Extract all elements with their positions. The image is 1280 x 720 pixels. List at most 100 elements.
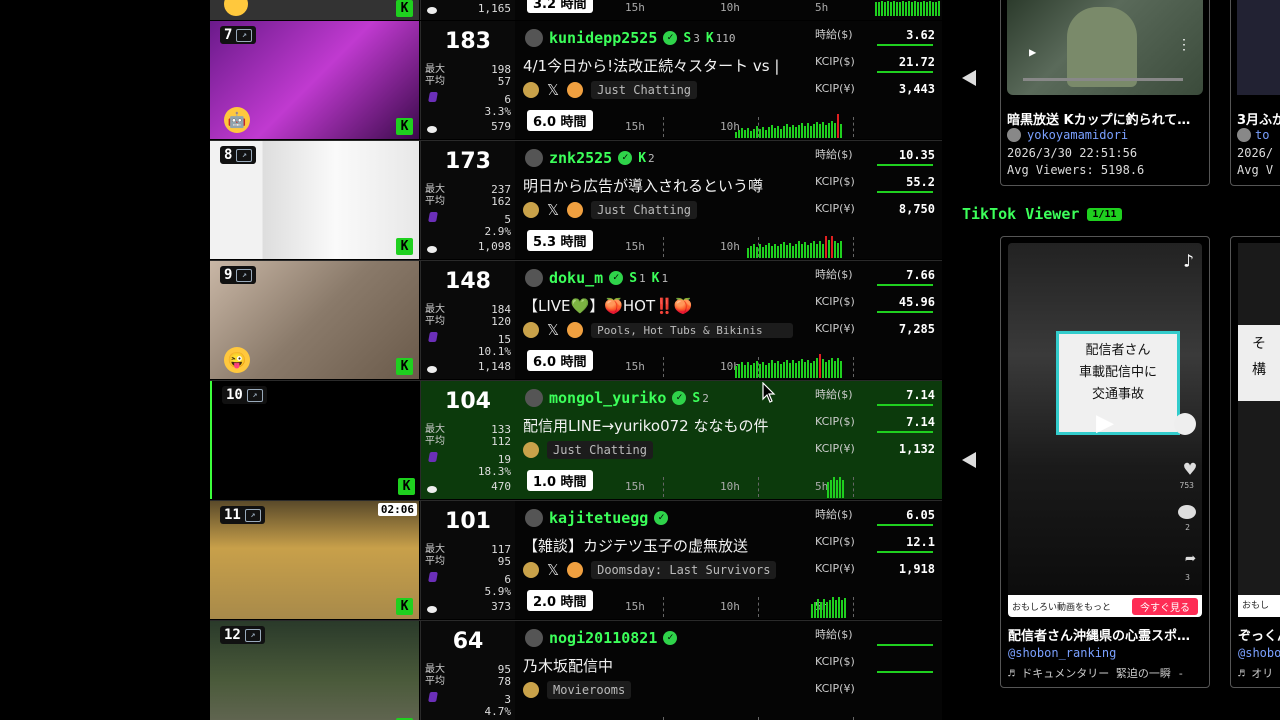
category-tag[interactable]: Pools, Hot Tubs & Bikinis [591, 322, 794, 338]
tiktok-user-2[interactable]: @shobo [1238, 646, 1280, 660]
stream-row[interactable]: 10 ↗ K 104 最大 平均 133 112 19 18.3% 470 mon… [210, 381, 942, 501]
viewer-sparkline [735, 114, 842, 138]
hourly-usd-label: 時給($) [815, 268, 853, 281]
kcip-jpy-label: KCIP(¥) [815, 562, 855, 575]
max-label: 最大 [425, 184, 445, 195]
category-tag[interactable]: Just Chatting [547, 441, 653, 459]
avatar[interactable] [525, 149, 543, 167]
tiktok-banner-2: おもし [1238, 595, 1280, 617]
rank-badge: 8 ↗ [220, 146, 257, 164]
x-icon[interactable]: 𝕏 [547, 321, 559, 339]
chat-icon [427, 486, 437, 493]
tiktok-card-2[interactable]: そ 構 おもし ぞっくん @shobo ♬ オリ [1230, 236, 1280, 688]
timeline: 15h 10h 5h [615, 595, 937, 619]
watch-now-button[interactable]: 今すぐ見る [1132, 597, 1198, 615]
stream-title[interactable]: 明日から広告が導入されるという噂 [523, 175, 813, 196]
language-icon [523, 682, 539, 698]
avg-label: 平均 [425, 556, 445, 567]
tiktok-user[interactable]: @shobon_ranking [1008, 646, 1116, 660]
sub-ratio: 5.9% [484, 585, 512, 598]
category-tag[interactable]: Just Chatting [591, 81, 698, 99]
stream-row[interactable]: 11 ↗ 02:06 K 101 最大 平均 117 95 6 5.9% 373 … [210, 501, 942, 621]
tiktok-title: 配信者さん沖縄県の心霊スポ… [1008, 629, 1191, 644]
stream-thumbnail[interactable]: 8 ↗ K [210, 141, 419, 259]
rank-number: 8 [224, 147, 233, 163]
hourly-usd-label: 時給($) [815, 508, 853, 521]
comment-icon[interactable] [1178, 505, 1196, 519]
tiktok-card[interactable]: ♪ 配信者さん 車載配信中に 交通事故 ▶ ♥ 753 2 ➦ 3 おもしろい動… [1000, 236, 1210, 688]
kick-prev-arrow-icon[interactable] [962, 70, 976, 86]
chart-icon[interactable]: ↗ [244, 628, 261, 642]
tiktok-video[interactable]: ♪ 配信者さん 車載配信中に 交通事故 ▶ ♥ 753 2 ➦ 3 おもしろい動… [1008, 243, 1202, 617]
avatar[interactable] [525, 629, 543, 647]
chart-icon[interactable]: ↗ [236, 268, 253, 282]
kick-clip-user[interactable]: yokoyamamidori [1027, 128, 1128, 142]
chart-icon[interactable]: ↗ [246, 388, 263, 402]
category-tag[interactable]: Doomsday: Last Survivors [591, 561, 777, 579]
rank-number: 12 [224, 627, 241, 643]
stream-info: kunidepp2525 ✓ S3 K 110 4/1今日から!法改正続々スタート… [515, 21, 942, 139]
stream-thumbnail[interactable]: 12↗ K [210, 621, 419, 720]
kcip-jpy: 7,285 [898, 322, 935, 336]
share-icon[interactable]: ➦ [1185, 549, 1196, 570]
kick-clip-user-2[interactable]: to [1255, 128, 1269, 142]
chart-icon[interactable]: ↗ [244, 508, 261, 522]
more-vert-icon[interactable]: ⋮ [1177, 37, 1191, 53]
channel-name[interactable]: nogi20110821 [549, 629, 657, 647]
viewer-stats: 101 最大 平均 117 95 6 5.9% 373 [420, 501, 516, 619]
channel-name[interactable]: znk2525 [549, 149, 612, 167]
k-badge: K1 [651, 270, 669, 286]
channel-name[interactable]: mongol_yuriko [549, 389, 666, 407]
face-icon [567, 202, 584, 218]
kcip-usd: 45.96 [898, 295, 935, 309]
kcip-usd: 7.14 [906, 415, 935, 429]
stream-title[interactable]: 【雑談】カジテツ玉子の虚無放送 [523, 535, 813, 556]
avg-label: 平均 [425, 316, 445, 327]
stream-thumbnail[interactable]: 7 ↗ 🤖 K [210, 21, 419, 139]
stream-title[interactable]: 【LIVE💚】🍑HOT‼️🍑 [523, 295, 813, 316]
stream-title[interactable]: 4/1今日から!法改正続々スタート vs | [523, 55, 813, 76]
x-icon[interactable]: 𝕏 [547, 201, 559, 219]
duration-badge: 1.0 時間 [527, 470, 593, 491]
tiktok-banner[interactable]: おもしろい動画をもっと 今すぐ見る [1008, 595, 1202, 617]
x-icon[interactable]: 𝕏 [547, 81, 559, 99]
avatar[interactable] [525, 269, 543, 287]
rank-number: 7 [224, 27, 233, 43]
earnings: 時給($) 7.66 KCIP($) 45.96 KCIP(¥) 7,285 [815, 267, 935, 348]
kcip-usd-label: KCIP($) [815, 175, 855, 188]
kick-clip-card[interactable]: ⋮ ▶ 暗黒放送 Kカップに釣られて… yokoyamamidori 2026/… [1000, 0, 1210, 186]
stream-title[interactable]: 配信用LINE→yuriko072 ななもの件 [523, 415, 813, 436]
avatar[interactable] [1174, 413, 1196, 435]
kcip-jpy-label: KCIP(¥) [815, 322, 855, 335]
stream-thumbnail[interactable]: 9 ↗ 😜 K [210, 261, 419, 379]
tiktok-prev-arrow-icon[interactable] [962, 452, 976, 468]
comment-count: 2 [1185, 523, 1190, 532]
kcip-jpy: 8,750 [898, 202, 935, 216]
stream-title[interactable]: 乃木坂配信中 [523, 655, 813, 676]
x-icon[interactable]: 𝕏 [547, 561, 559, 579]
viewer-sparkline [811, 597, 846, 618]
stream-row[interactable]: 8 ↗ K 173 最大 平均 237 162 5 2.9% 1,098 znk2… [210, 141, 942, 261]
play-icon[interactable]: ▶ [1096, 405, 1114, 440]
avatar[interactable] [525, 509, 543, 527]
play-icon[interactable]: ▶ [1029, 45, 1036, 59]
chart-icon[interactable]: ↗ [236, 148, 253, 162]
category-tag[interactable]: Movierooms [547, 681, 632, 699]
category-tag[interactable]: Just Chatting [591, 201, 698, 219]
stream-thumbnail[interactable]: 10 ↗ K [210, 381, 421, 499]
duration-badge: 5.3 時間 [527, 230, 593, 251]
stream-row[interactable]: 9 ↗ 😜 K 148 最大 平均 184 120 15 10.1% 1,148 … [210, 261, 942, 381]
stream-row[interactable]: 12↗ K 64 最大 平均 95 78 3 4.7% nogi20110821… [210, 621, 942, 720]
channel-name[interactable]: kajitetuegg [549, 509, 648, 527]
stream-thumbnail[interactable]: 11 ↗ 02:06 K [210, 501, 419, 619]
channel-name[interactable]: kunidepp2525 [549, 29, 657, 47]
heart-icon[interactable]: ♥ [1184, 457, 1196, 481]
avatar[interactable] [525, 29, 543, 47]
chat-count: 1,148 [477, 360, 511, 373]
avatar[interactable] [525, 389, 543, 407]
channel-name[interactable]: doku_m [549, 269, 603, 287]
kick-clip-card-2[interactable]: 3月ふか to 2026/ Avg V [1230, 0, 1280, 186]
chart-icon[interactable]: ↗ [236, 28, 253, 42]
tiktok-banner-text: おもしろい動画をもっと [1012, 602, 1112, 613]
stream-row[interactable]: 7 ↗ 🤖 K 183 最大 平均 198 57 6 3.3% 579 kunid… [210, 21, 942, 141]
